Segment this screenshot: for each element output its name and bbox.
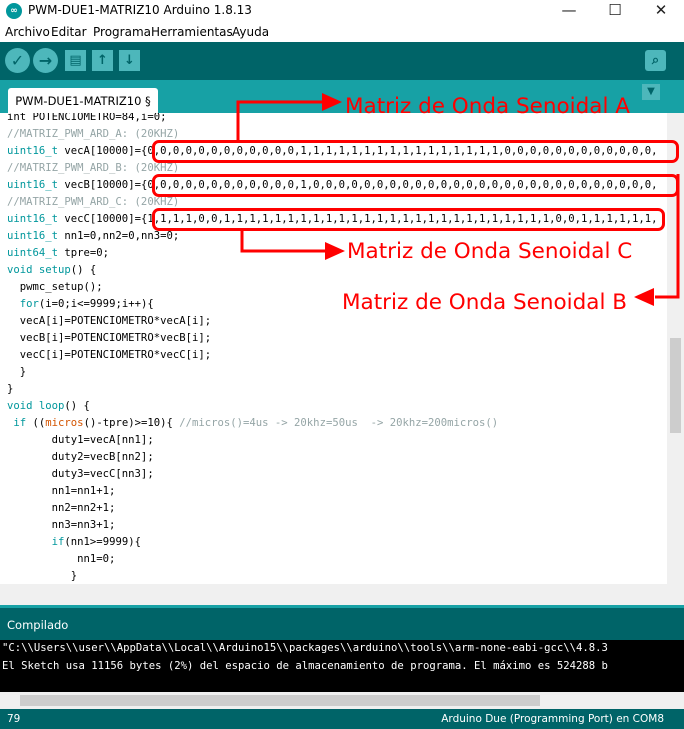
console-header: Compilado [0, 608, 684, 640]
code-text: () { [64, 400, 90, 412]
console-output[interactable]: "C:\\Users\\user\\AppData\\Local\\Arduin… [0, 640, 684, 692]
verify-icon[interactable]: ✓ [5, 48, 30, 73]
code-line: nn2=nn2+1; [7, 502, 116, 514]
line-number: 79 [7, 713, 21, 725]
menu-programa[interactable]: Programa [93, 25, 151, 39]
code-line: //MATRIZ_PWM_ARD_B: (20KHZ) [7, 162, 180, 174]
code-text: (nn1>=9999){ [64, 536, 141, 548]
code-line: //MATRIZ_PWM_ARD_C: (20KHZ) [7, 196, 180, 208]
board-port: Arduino Due (Programming Port) en COM8 [441, 713, 664, 725]
code-line: //MATRIZ_PWM_ARD_A: (20KHZ) [7, 128, 180, 140]
menu-archivo[interactable]: Archivo [5, 25, 50, 39]
serial-monitor-icon[interactable]: ⌕ [645, 50, 666, 71]
console-status: Compilado [7, 618, 69, 632]
tab-menu-icon[interactable]: ▼ [642, 84, 660, 100]
save-sketch-icon[interactable]: ↓ [119, 50, 140, 71]
code-line: nn1=nn1+1; [7, 485, 116, 497]
scroll-thumb[interactable] [670, 338, 681, 433]
code-line: duty3=vecC[nn3]; [7, 468, 154, 480]
maximize-button[interactable]: ☐ [592, 0, 638, 22]
code-text: ()-tpre)>=10){ [83, 417, 180, 429]
code-keyword: void [7, 264, 33, 276]
code-line: duty1=vecA[nn1]; [7, 434, 154, 446]
code-type: uint64_t [7, 247, 59, 259]
code-text: tpre=0; [58, 247, 110, 259]
code-type: uint16_t [7, 230, 59, 242]
code-text: nn1=0,nn2=0,nn3=0; [58, 230, 180, 242]
code-keyword: if [51, 536, 65, 548]
code-function: loop [38, 400, 65, 412]
code-line: pwmc_setup(); [7, 281, 103, 293]
toolbar: ✓ → ▤ ↑ ↓ ⌕ [0, 42, 684, 80]
annotation-label-a: Matriz de Onda Senoidal A [345, 94, 630, 119]
console-horizontal-scrollbar[interactable] [0, 692, 684, 709]
window-title: PWM-DUE1-MATRIZ10 Arduino 1.8.13 [28, 3, 252, 17]
code-keyword: void [7, 400, 33, 412]
status-bar: 79 Arduino Due (Programming Port) en COM… [0, 709, 684, 729]
code-type: uint16_t [7, 213, 59, 225]
code-line: vecC[i]=POTENCIOMETRO*vecC[i]; [7, 349, 212, 361]
code-text: (( [26, 417, 46, 429]
code-text: (i=0;i<=9999;i++){ [38, 298, 154, 310]
code-line: } [7, 383, 14, 395]
upload-icon[interactable]: → [33, 48, 58, 73]
tab-sketch[interactable]: PWM-DUE1-MATRIZ10 § [8, 88, 158, 113]
code-line: void loop() { [7, 398, 90, 415]
title-bar: ∞ PWM-DUE1-MATRIZ10 Arduino 1.8.13 — ☐ ✕ [0, 0, 684, 22]
code-line: duty2=vecB[nn2]; [7, 451, 154, 463]
code-line: } [7, 366, 27, 378]
code-line: void setup() { [7, 262, 96, 279]
close-button[interactable]: ✕ [638, 0, 684, 22]
console-line: "C:\\Users\\user\\AppData\\Local\\Arduin… [2, 642, 608, 654]
minimize-button[interactable]: — [546, 0, 592, 22]
code-type: uint16_t [7, 145, 59, 157]
code-line: if ((micros()-tpre)>=10){ //micros()=4us… [7, 415, 498, 432]
code-text: () { [70, 264, 97, 276]
code-line: uint64_t tpre=0; [7, 245, 109, 262]
code-line: for(i=0;i<=9999;i++){ [7, 296, 154, 313]
highlight-box-vecb [152, 174, 679, 197]
menu-ayuda[interactable]: Ayuda [232, 25, 269, 39]
code-line: } [7, 570, 78, 582]
code-line: vecA[i]=POTENCIOMETRO*vecA[i]; [7, 315, 212, 327]
menu-herramientas[interactable]: Herramientas [151, 25, 233, 39]
code-line: uint16_t nn1=0,nn2=0,nn3=0; [7, 228, 179, 245]
highlight-box-veca [152, 140, 679, 163]
code-type: uint16_t [7, 179, 59, 191]
code-line: nn3=nn3+1; [7, 519, 116, 531]
code-line: int POTENCIOMETRO=84,i=0; [7, 113, 167, 123]
editor-horizontal-scrollbar[interactable] [0, 584, 684, 605]
new-sketch-icon[interactable]: ▤ [65, 50, 86, 71]
menu-bar: Archivo Editar Programa Herramientas Ayu… [0, 22, 684, 42]
annotation-label-b: Matriz de Onda Senoidal B [342, 290, 628, 315]
menu-editar[interactable]: Editar [51, 25, 87, 39]
code-line: nn1=0; [7, 553, 116, 565]
console-line: El Sketch usa 11156 bytes (2%) del espac… [2, 660, 608, 672]
arduino-logo-icon: ∞ [6, 3, 22, 19]
code-function: setup [38, 264, 71, 276]
code-line: if(nn1>=9999){ [7, 534, 141, 551]
scroll-thumb[interactable] [20, 695, 540, 706]
code-keyword: for [19, 298, 39, 310]
open-sketch-icon[interactable]: ↑ [92, 50, 113, 71]
code-keyword: if [13, 417, 27, 429]
code-line: vecB[i]=POTENCIOMETRO*vecB[i]; [7, 332, 212, 344]
code-function: micros [45, 417, 84, 429]
annotation-label-c: Matriz de Onda Senoidal C [347, 239, 633, 264]
code-comment: //micros()=4us -> 20khz=50us -> 20khz=20… [179, 417, 499, 429]
highlight-box-vecc [152, 208, 665, 231]
